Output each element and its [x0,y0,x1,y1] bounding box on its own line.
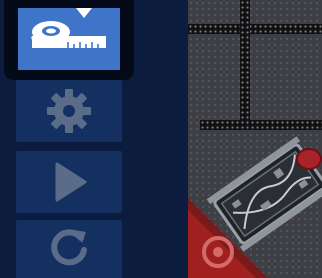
tape-line-texture [240,0,250,130]
settings-button[interactable] [16,80,122,142]
measure-button[interactable] [4,0,134,80]
reset-button[interactable] [16,220,122,278]
start-zone-logo [202,236,234,268]
sidebar [0,0,189,278]
gear-icon [47,89,91,133]
play-icon [55,162,87,202]
tape-measure-icon [30,19,106,48]
selected-indicator [76,8,92,18]
simulator-window [0,0,322,278]
tape-line-texture [188,24,322,34]
measure-button-face [18,8,120,70]
play-button[interactable] [16,151,122,213]
tape-line-texture [200,120,322,130]
robot-sensor [296,148,322,170]
reset-icon [51,229,87,266]
